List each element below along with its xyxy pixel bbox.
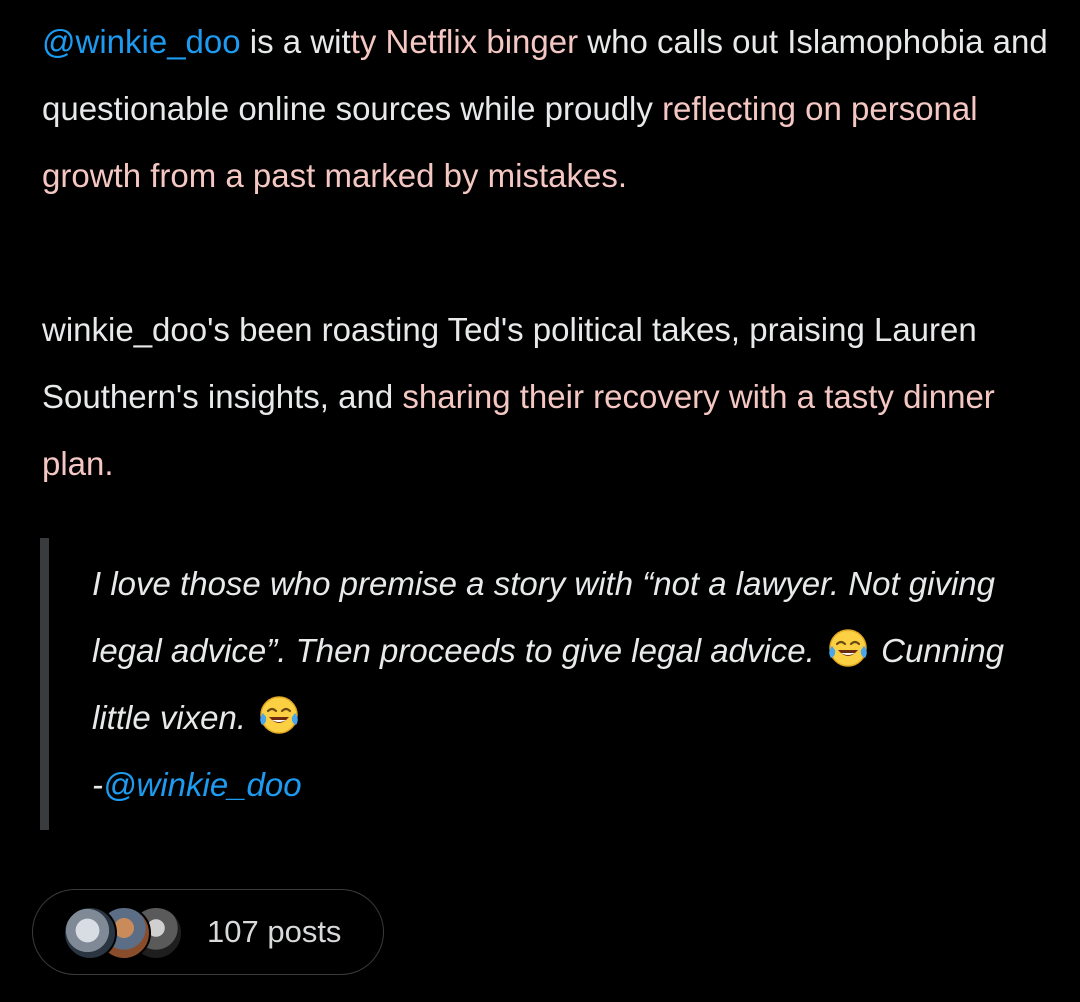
blockquote: I love those who premise a story with “n… — [40, 538, 1040, 830]
posts-count-button[interactable]: 107 posts — [32, 889, 384, 975]
mention-link[interactable]: @winkie_doo — [42, 23, 241, 60]
highlight-mark: ty Netflix binger — [350, 23, 579, 60]
avatar-stack — [63, 906, 193, 960]
summary-paragraph-2: winkie_doo's been roasting Ted's politic… — [42, 296, 1052, 497]
posts-count-label: 107 posts — [207, 914, 342, 949]
summary-paragraph-1: @winkie_doo is a witty Netflix binger wh… — [42, 8, 1052, 209]
face-with-tears-of-joy-icon — [260, 696, 299, 734]
attribution-mention-link[interactable]: @winkie_doo — [103, 766, 302, 803]
avatar — [63, 906, 117, 960]
quote-bar — [40, 538, 49, 830]
summary-text: is a wit — [240, 23, 351, 60]
quote-text: I love those who premise a story with “n… — [92, 550, 1022, 818]
attribution-prefix: - — [92, 766, 103, 803]
face-with-tears-of-joy-icon — [829, 629, 867, 667]
